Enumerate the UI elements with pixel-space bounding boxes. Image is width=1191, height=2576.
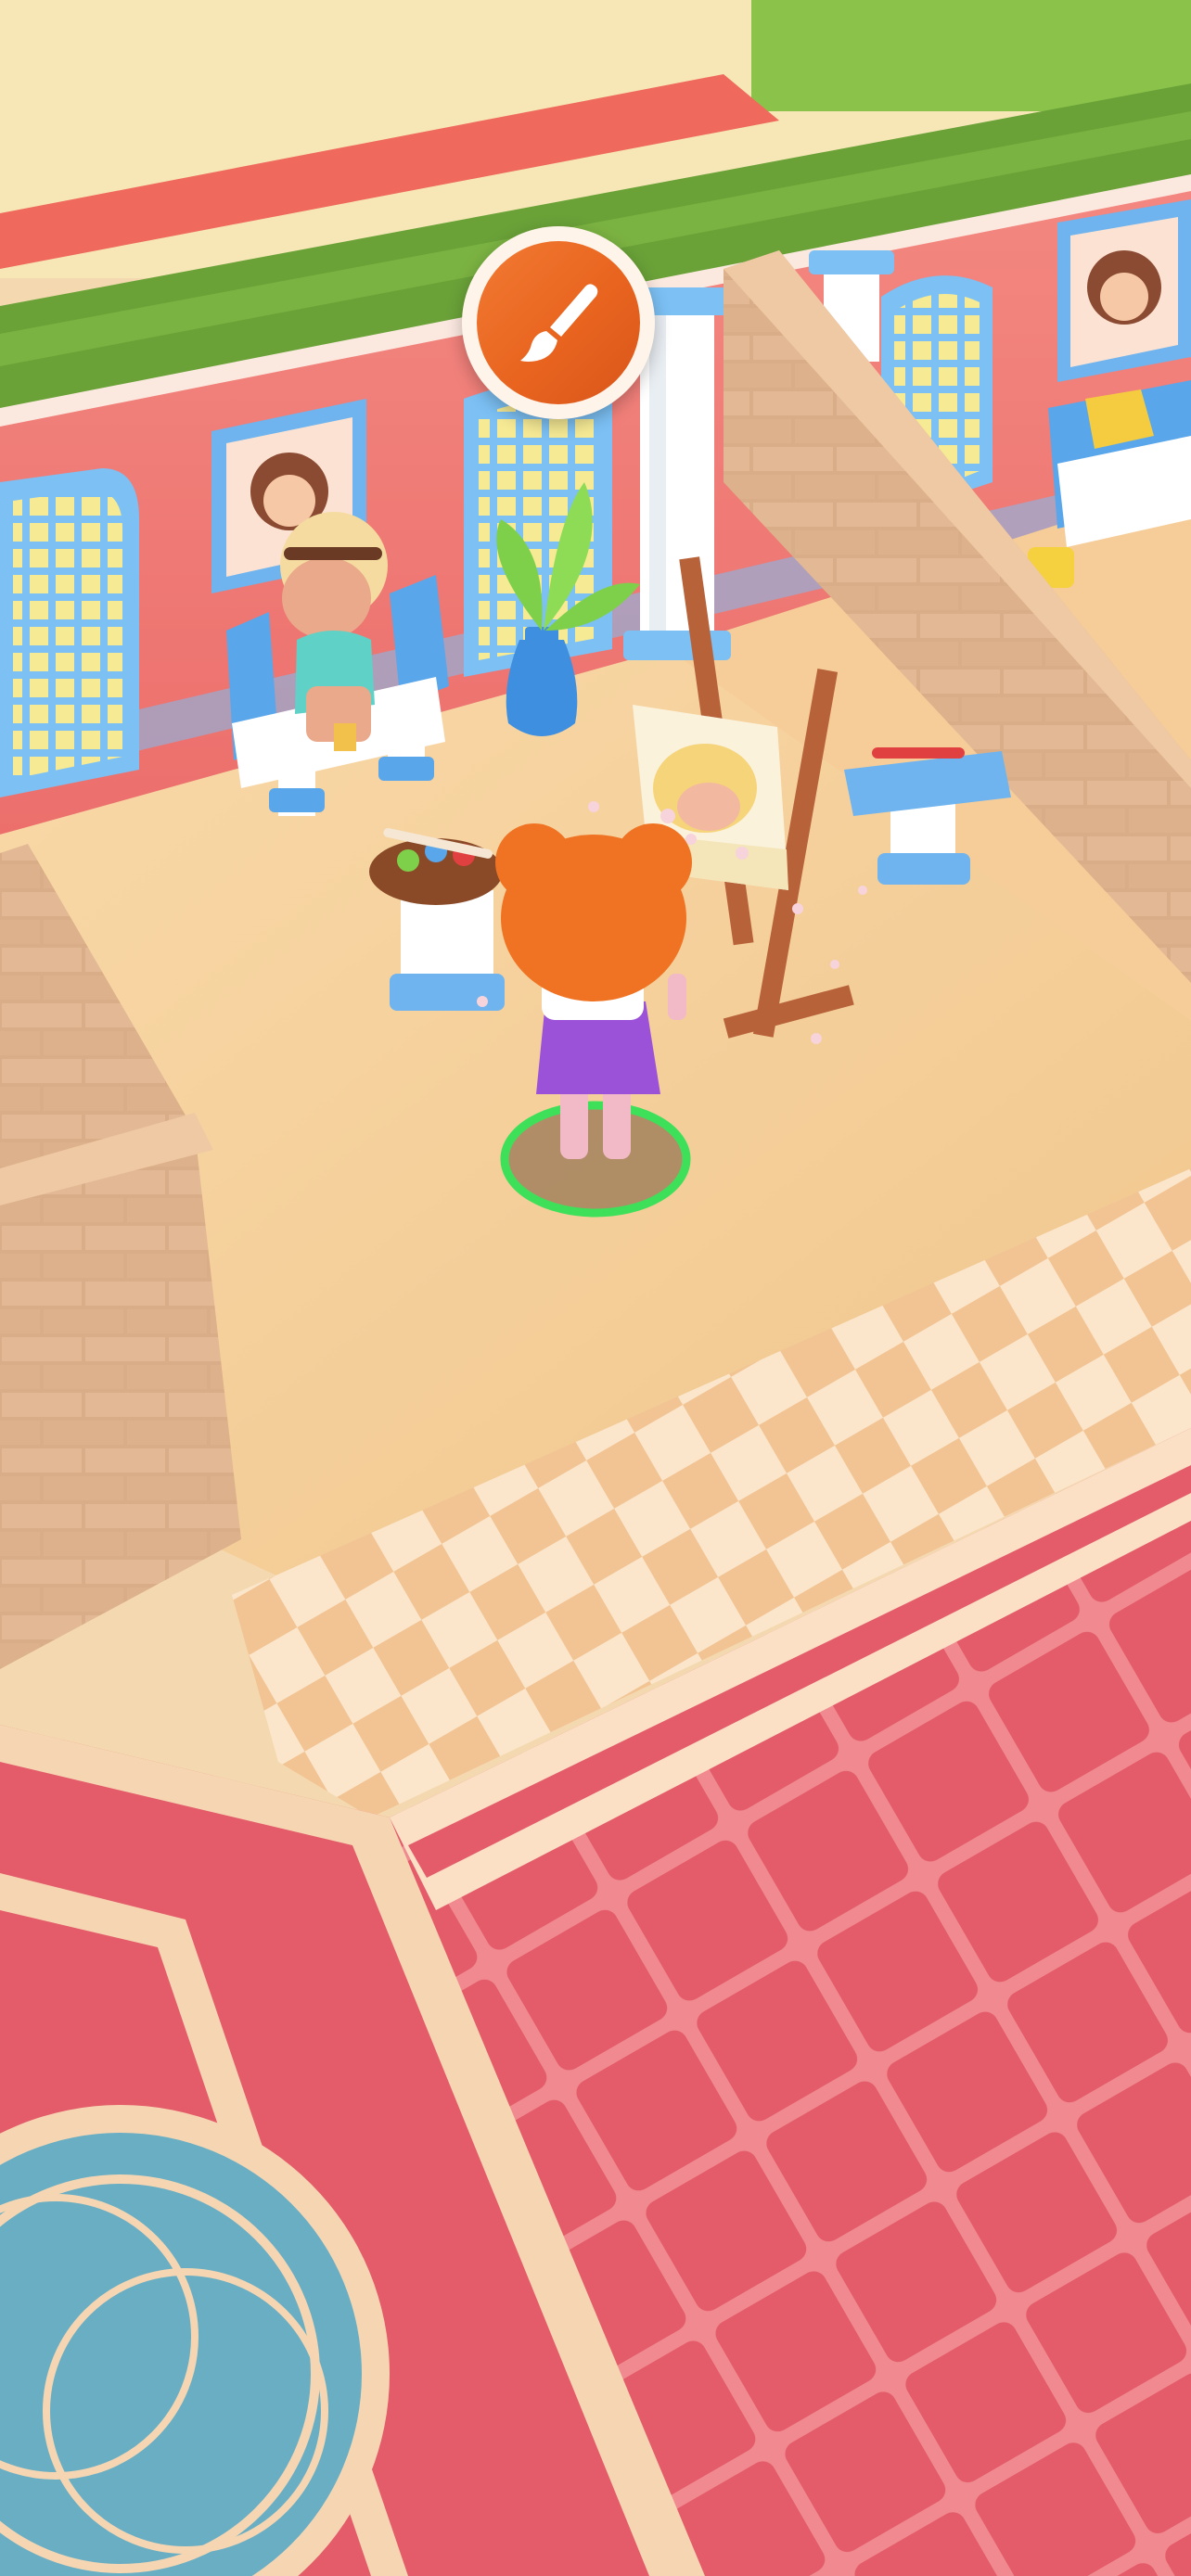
paint-task-icon-bg bbox=[477, 241, 640, 404]
window-left bbox=[0, 468, 139, 797]
paintbrush-icon bbox=[520, 284, 598, 362]
paint-task-button[interactable] bbox=[462, 226, 655, 419]
player-selection-ring[interactable] bbox=[499, 1098, 692, 1218]
portrait-frame-right bbox=[1057, 199, 1191, 382]
throne-right bbox=[1048, 380, 1191, 547]
grass-patch bbox=[751, 0, 1191, 111]
